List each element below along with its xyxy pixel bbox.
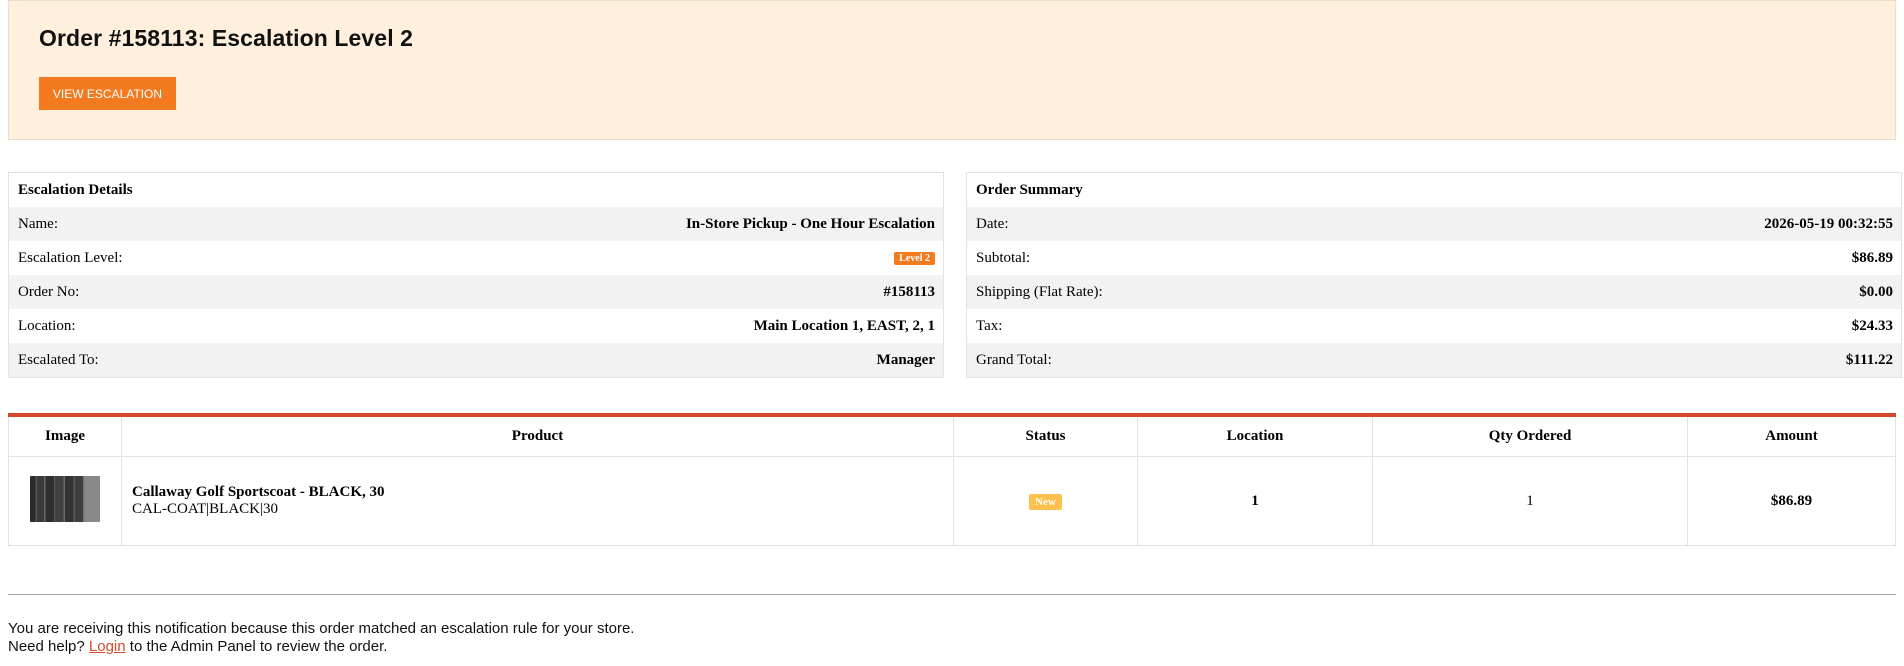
summary-value: $0.00 <box>1859 283 1893 300</box>
footer: You are receiving this notification beca… <box>8 620 634 656</box>
login-link[interactable]: Login <box>89 638 126 655</box>
footer-divider <box>8 594 1896 595</box>
detail-row-location: Location: Main Location 1, EAST, 2, 1 <box>9 309 943 343</box>
summary-row-shipping: Shipping (Flat Rate): $0.00 <box>967 275 1901 309</box>
column-header-location: Location <box>1137 415 1373 457</box>
summary-label: Subtotal: <box>976 249 1031 266</box>
summary-label: Date: <box>976 215 1009 232</box>
status-cell: New <box>953 456 1138 546</box>
footer-notice: You are receiving this notification beca… <box>8 620 635 637</box>
summary-row-subtotal: Subtotal: $86.89 <box>967 241 1901 275</box>
page-title: Order #158113: Escalation Level 2 <box>39 25 414 51</box>
product-image-cell <box>8 456 122 546</box>
summary-label: Shipping (Flat Rate): <box>976 283 1103 300</box>
footer-help-prefix: Need help? <box>8 638 85 655</box>
level-badge: Level 2 <box>894 251 935 265</box>
footer-help-suffix: to the Admin Panel to review the order. <box>129 638 388 655</box>
detail-value: Main Location 1, EAST, 2, 1 <box>753 317 935 334</box>
summary-row-date: Date: 2026-05-19 00:32:55 <box>967 207 1901 241</box>
detail-label: Escalated To: <box>18 351 99 368</box>
qty-cell: 1 <box>1372 456 1688 546</box>
escalation-details-title: Escalation Details <box>18 182 133 198</box>
summary-row-grand-total: Grand Total: $111.22 <box>967 343 1901 377</box>
summary-row-tax: Tax: $24.33 <box>967 309 1901 343</box>
summary-value: $111.22 <box>1845 351 1893 368</box>
order-summary-panel: Order Summary Date: 2026-05-19 00:32:55 … <box>966 172 1902 378</box>
column-header-product: Product <box>121 415 954 457</box>
summary-label: Tax: <box>976 317 1003 334</box>
status-badge: New <box>1029 493 1062 510</box>
detail-row-level: Escalation Level: Level 2 <box>9 241 943 275</box>
detail-label: Order No: <box>18 283 80 300</box>
summary-value: $86.89 <box>1851 249 1893 266</box>
table-header-row: Image Product Status Location Qty Ordere… <box>8 415 1896 457</box>
column-header-amount: Amount <box>1687 415 1896 457</box>
detail-value: Manager <box>876 351 935 368</box>
order-summary-title: Order Summary <box>976 182 1083 198</box>
detail-label: Escalation Level: <box>18 249 123 266</box>
footer-help-line: Need help? Login to the Admin Panel to r… <box>8 638 634 656</box>
product-cell: Callaway Golf Sportscoat - BLACK, 30 CAL… <box>121 456 954 546</box>
detail-row-order-no: Order No: #158113 <box>9 275 943 309</box>
summary-label: Grand Total: <box>976 351 1052 368</box>
sportscoat-thumbnail <box>30 475 100 522</box>
table-row: Callaway Golf Sportscoat - BLACK, 30 CAL… <box>8 456 1896 546</box>
header-banner: Order #158113: Escalation Level 2 VIEW E… <box>8 0 1896 140</box>
column-header-status: Status <box>953 415 1138 457</box>
detail-label: Location: <box>18 317 76 334</box>
detail-label: Name: <box>18 215 58 232</box>
escalation-details-panel: Escalation Details Name: In-Store Pickup… <box>8 172 944 378</box>
products-table: Image Product Status Location Qty Ordere… <box>8 413 1896 546</box>
detail-value: #158113 <box>883 283 935 300</box>
view-escalation-button[interactable]: VIEW ESCALATION <box>39 77 176 110</box>
product-sku: CAL-COAT|BLACK|30 <box>132 501 279 517</box>
summary-value: 2026-05-19 00:32:55 <box>1764 215 1893 232</box>
column-header-qty: Qty Ordered <box>1372 415 1688 457</box>
location-cell: 1 <box>1137 456 1373 546</box>
detail-row-escalated-to: Escalated To: Manager <box>9 343 943 377</box>
column-header-image: Image <box>8 415 122 457</box>
detail-row-name: Name: In-Store Pickup - One Hour Escalat… <box>9 207 943 241</box>
detail-value: In-Store Pickup - One Hour Escalation <box>685 215 935 232</box>
product-name: Callaway Golf Sportscoat - BLACK, 30 <box>132 484 385 500</box>
summary-value: $24.33 <box>1851 317 1893 334</box>
amount-cell: $86.89 <box>1687 456 1896 546</box>
